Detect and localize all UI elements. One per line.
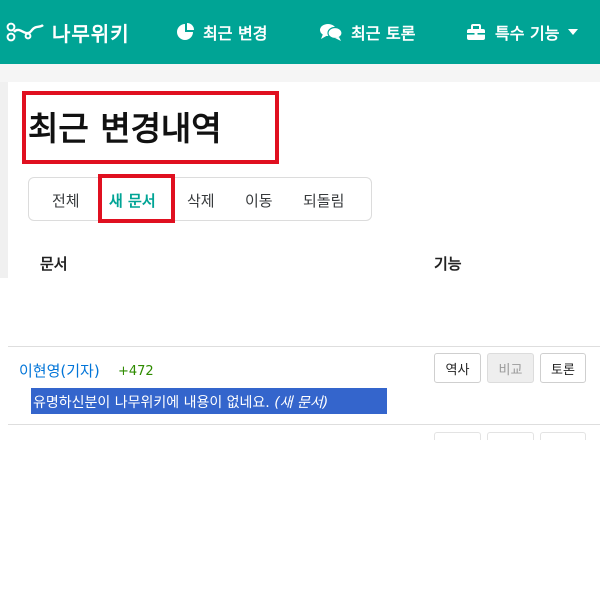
column-header-actions: 기능 <box>434 255 462 273</box>
tab-moved[interactable]: 이동 <box>245 190 273 211</box>
site-logo[interactable]: 나무위키 <box>6 14 130 50</box>
discussion-button[interactable]: 토론 <box>540 353 586 383</box>
nav-special-functions[interactable]: 특수 기능 <box>466 14 579 50</box>
nav-recent-changes-label: 최근 변경 <box>203 24 268 43</box>
panel-edge <box>0 82 8 278</box>
brand-name: 나무위키 <box>52 21 130 46</box>
compare-button[interactable]: 비교 <box>487 353 534 383</box>
tab-highlight-box <box>98 174 175 223</box>
tab-deleted[interactable]: 삭제 <box>187 190 215 211</box>
toolbox-icon <box>467 24 485 40</box>
title-highlight-box <box>22 91 279 164</box>
next-row-button-edge <box>487 432 534 440</box>
caret-down-icon <box>568 29 579 35</box>
nav-recent-discussions-label: 최근 토론 <box>351 24 416 43</box>
tab-reverted[interactable]: 되돌림 <box>303 190 344 211</box>
top-navbar: 나무위키 최근 변경 최근 토론 특수 기능 <box>0 0 600 64</box>
edit-summary: 유명하신분이 나무위키에 내용이 없네요. (새 문서) <box>33 392 328 412</box>
next-row-button-edge <box>434 432 481 440</box>
tab-all[interactable]: 전체 <box>52 190 80 211</box>
column-header-document: 문서 <box>40 255 68 273</box>
row-divider <box>8 424 600 425</box>
nav-recent-discussions[interactable]: 최근 토론 <box>320 14 415 50</box>
nav-special-functions-label: 특수 기능 <box>495 24 560 43</box>
pie-chart-icon <box>177 23 194 40</box>
row-divider <box>8 346 600 347</box>
logo-tree-icon <box>6 22 44 42</box>
document-link[interactable]: 이현영(기자) <box>19 360 100 381</box>
filter-tabs: 전체 새 문서 삭제 이동 되돌림 <box>28 177 372 221</box>
next-row-button-edge <box>540 432 586 440</box>
page-gutter <box>0 64 600 82</box>
nav-recent-changes[interactable]: 최근 변경 <box>176 14 267 50</box>
history-button[interactable]: 역사 <box>434 353 481 383</box>
byte-delta: +472 <box>118 364 154 379</box>
new-document-tag: (새 문서) <box>274 395 329 411</box>
comments-icon <box>320 24 342 41</box>
edit-summary-text: 유명하신분이 나무위키에 내용이 없네요. <box>33 395 270 411</box>
